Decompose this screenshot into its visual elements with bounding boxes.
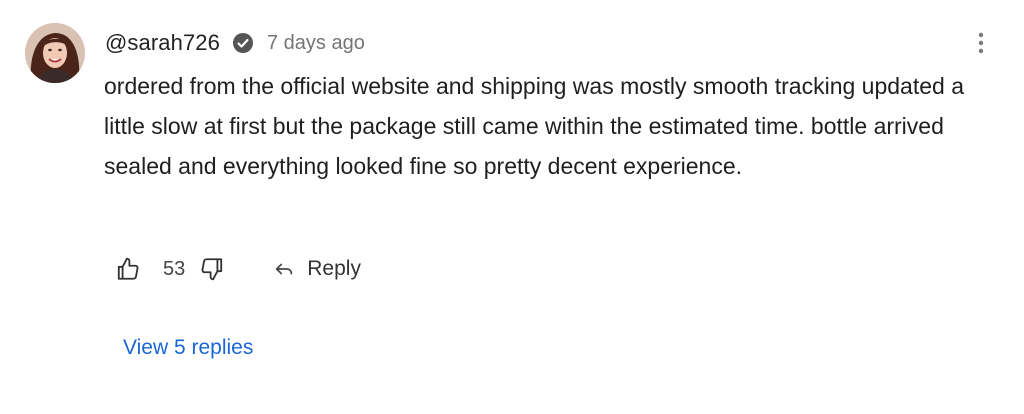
reply-label: Reply — [307, 257, 361, 280]
reply-arrow-icon — [276, 263, 293, 275]
avatar-photo — [25, 23, 85, 83]
comment-actions: 53 Reply — [113, 253, 361, 285]
comment-text: ordered from the official website and sh… — [104, 73, 964, 179]
reply-button[interactable]: Reply — [273, 257, 361, 281]
dislike-button[interactable] — [197, 254, 227, 284]
comment-header: @sarah726 7 days ago — [105, 28, 365, 58]
username[interactable]: @sarah726 — [105, 30, 220, 56]
view-replies-link[interactable]: View 5 replies — [123, 336, 253, 360]
more-vertical-icon — [978, 32, 984, 54]
like-count: 53 — [163, 257, 186, 280]
more-options-button[interactable] — [970, 30, 992, 56]
verified-check-icon — [232, 32, 254, 54]
avatar[interactable] — [25, 23, 85, 83]
timestamp[interactable]: 7 days ago — [267, 32, 365, 55]
thumbs-up-icon — [117, 257, 139, 280]
thumbs-down-icon — [201, 258, 223, 281]
like-button[interactable] — [113, 254, 143, 284]
